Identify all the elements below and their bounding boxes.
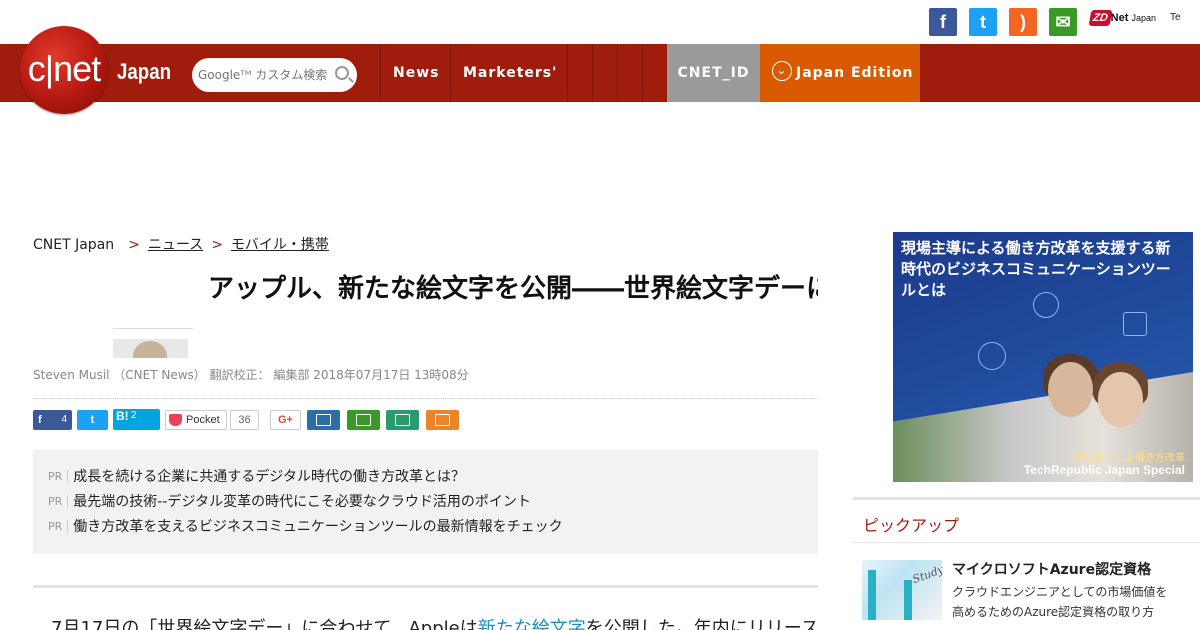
sidebar-item-desc-line: 高めるためのAzure認定資格の取り方 — [952, 605, 1155, 619]
ad-brand: TechRepublic Japan Special — [1023, 463, 1185, 477]
rss-icon[interactable]: ) — [1009, 8, 1037, 36]
ad-person-face — [1098, 372, 1143, 427]
print-button[interactable] — [307, 410, 340, 430]
hatena-count: 2 — [131, 410, 137, 421]
pocket-label: Pocket — [186, 414, 220, 426]
lead-text-cont: を公開した。年内にリリースされる予定。 — [585, 618, 818, 630]
sidebar-item-desc-line: クラウドエンジニアとしての市場価値を — [952, 585, 1168, 599]
lead-link[interactable]: 新たな絵文字 — [478, 618, 586, 630]
twitter-icon: t — [90, 414, 95, 426]
pr-item[interactable]: PR 成長を続ける企業に共通するデジタル時代の働き方改革とは？ — [48, 466, 465, 486]
mail-share-button[interactable] — [347, 410, 380, 430]
pocket-button[interactable]: Pocket — [165, 410, 227, 430]
facebook-share-count: 4 — [61, 414, 67, 425]
breadcrumb: CNET Japan > ニュース > モバイル・携帯 — [33, 234, 329, 254]
article-byline: Steven Musil （CNET News） 翻訳校正： 編集部 2018年… — [33, 368, 469, 382]
chevron-down-icon: ⌄ — [772, 61, 792, 81]
twitter-share-button[interactable]: t — [77, 410, 108, 430]
facebook-icon[interactable]: f — [929, 8, 957, 36]
hatena-icon: B! — [116, 409, 129, 423]
author-photo — [113, 328, 193, 358]
article-title: アップル、新たな絵文字を公開――世界絵文字デーに合わせて新作 — [208, 274, 818, 304]
byline-divider — [33, 398, 818, 399]
cnet-logo-japan[interactable]: Japan — [117, 59, 171, 85]
google-plus-button[interactable]: G+ — [270, 410, 301, 430]
nav-divider — [617, 44, 618, 102]
nav-cnet-id[interactable]: CNET_ID — [667, 44, 760, 102]
pr-link[interactable]: 最先端の技術--デジタル変革の時代にこそ必要なクラウド活用のポイント — [73, 494, 531, 510]
pr-link[interactable]: 働き方改革を支えるビジネスコミュニケーションツールの最新情報をチェック — [73, 519, 562, 535]
sidebar-heading-rule — [853, 542, 1200, 543]
user-icon — [978, 342, 1006, 370]
sidebar-item-thumbnail[interactable]: Study — [862, 560, 942, 620]
search-input[interactable] — [198, 65, 328, 85]
nav-divider — [380, 44, 381, 102]
lead-text: 7月17日の「世界絵文字デー」に合わせて、Appleは — [33, 618, 478, 630]
pr-item[interactable]: PR 働き方改革を支えるビジネスコミュニケーションツールの最新情報をチェック — [48, 516, 563, 536]
ad-person-face — [1048, 362, 1093, 417]
thumbnail-decoration — [904, 580, 912, 620]
breadcrumb-level2[interactable]: モバイル・携帯 — [231, 237, 329, 253]
pr-link[interactable]: 成長を続ける企業に共通するデジタル時代の働き方改革とは？ — [73, 469, 465, 485]
paperclip-icon — [435, 414, 450, 426]
breadcrumb-home[interactable]: CNET Japan — [33, 237, 114, 253]
techrepublic-link[interactable]: Te — [1170, 12, 1181, 23]
zdnet-logo-badge: ZD — [1088, 10, 1113, 26]
mail-icon — [356, 414, 371, 426]
search-icon[interactable] — [335, 66, 349, 80]
nav-divider — [567, 44, 568, 102]
article-lead: 7月17日の「世界絵文字デー」に合わせて、Appleは新たな絵文字を公開した。年… — [33, 614, 818, 630]
facebook-share-button[interactable]: f4 — [33, 410, 72, 430]
nav-divider — [450, 44, 451, 102]
twitter-icon[interactable]: t — [969, 8, 997, 36]
sidebar-heading: ピックアップ — [863, 516, 960, 535]
sidebar-ad[interactable]: 現場主導による働き方改革を支援する新時代のビジネスコミュニケーションツールとは … — [893, 232, 1193, 482]
sidebar-item-title[interactable]: マイクロソフトAzure認定資格 — [952, 559, 1151, 579]
main-navbar — [0, 44, 1200, 102]
thumbnail-decoration — [868, 570, 876, 620]
content-divider — [33, 585, 818, 588]
zdnet-logo-suffix: Japan — [1131, 13, 1156, 23]
search-box — [192, 58, 357, 92]
sidebar-item-desc: クラウドエンジニアとしての市場価値を 高めるためのAzure認定資格の取り方 — [952, 582, 1167, 622]
pr-tag: PR — [48, 520, 69, 533]
print-icon — [316, 414, 331, 426]
zdnet-japan-link[interactable]: ZD Net Japan — [1088, 10, 1156, 34]
nav-marketers[interactable]: Marketers' — [463, 44, 557, 102]
clip-button[interactable] — [426, 410, 459, 430]
mail-icon — [1123, 312, 1147, 336]
download-icon — [395, 414, 410, 426]
nav-divider — [592, 44, 593, 102]
edition-label: Japan Edition — [796, 65, 914, 81]
nav-news[interactable]: News — [393, 44, 439, 102]
hatena-bookmark-button[interactable]: B! 2 — [113, 409, 160, 430]
pr-box: PR 成長を続ける企業に共通するデジタル時代の働き方改革とは？ PR 最先端の技術-… — [33, 450, 818, 554]
ad-headline: 現場主導による働き方改革を支援する新時代のビジネスコミュニケーションツールとは — [901, 239, 1171, 299]
breadcrumb-level1[interactable]: ニュース — [148, 237, 203, 253]
pocket-icon — [169, 414, 182, 426]
cnet-logo-text: c|net — [27, 48, 101, 89]
nav-edition[interactable]: ⌄ Japan Edition — [760, 44, 920, 102]
top-strip: f t ) ✉ ZD Net Japan Te — [0, 0, 1200, 44]
cnet-logo[interactable]: c|net — [20, 26, 108, 114]
breadcrumb-separator: > — [211, 237, 223, 253]
sidebar-divider — [853, 497, 1200, 500]
pocket-count: 36 — [230, 410, 259, 430]
breadcrumb-separator: > — [128, 237, 140, 253]
thumbnail-study-text: Study — [910, 562, 942, 587]
ad-subtitle: 明日をつくる働き方改革 — [1075, 453, 1185, 464]
save-button[interactable] — [386, 410, 419, 430]
pr-item[interactable]: PR 最先端の技術--デジタル変革の時代にこそ必要なクラウド活用のポイント — [48, 491, 531, 511]
nav-divider — [642, 44, 643, 102]
pr-tag: PR — [48, 470, 69, 483]
zdnet-logo-name: Net — [1110, 12, 1129, 24]
pr-tag: PR — [48, 495, 69, 508]
facebook-icon: f — [38, 414, 42, 426]
mail-icon[interactable]: ✉ — [1049, 8, 1077, 36]
